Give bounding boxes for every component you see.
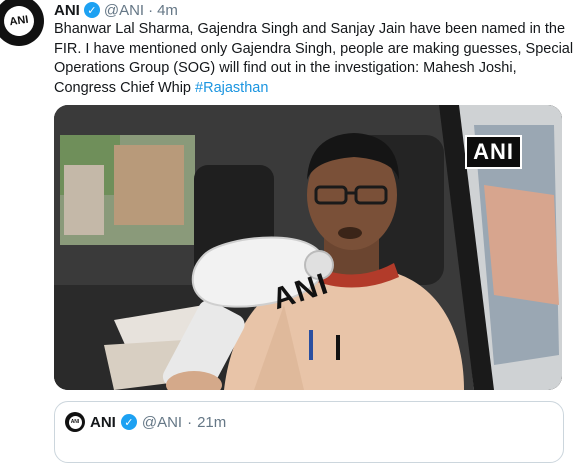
author-handle[interactable]: @ANI bbox=[104, 2, 144, 19]
ani-watermark: ANI bbox=[465, 135, 522, 169]
author-avatar[interactable]: ANI bbox=[0, 0, 44, 46]
tweet-header: ANI ✓ @ANI · 4m bbox=[54, 0, 178, 20]
hashtag-link[interactable]: #Rajasthan bbox=[195, 80, 268, 96]
quoted-author-avatar: ANI bbox=[65, 412, 85, 432]
quoted-ani-logo: ANI bbox=[68, 415, 82, 429]
tweet[interactable]: ANI ANI ✓ @ANI · 4m Bhanwar Lal Sharma, … bbox=[0, 0, 581, 463]
quoted-tweet[interactable]: ANI ANI ✓ @ANI · 21m bbox=[54, 401, 564, 463]
ani-logo: ANI bbox=[2, 4, 36, 38]
tweet-media-image[interactable]: ANI ANI bbox=[54, 105, 562, 390]
tweet-body: Bhanwar Lal Sharma, Gajendra Singh and S… bbox=[54, 21, 574, 96]
tweet-text: Bhanwar Lal Sharma, Gajendra Singh and S… bbox=[54, 20, 574, 98]
verified-badge-icon: ✓ bbox=[83, 2, 100, 18]
quoted-tweet-header: ANI ANI ✓ @ANI · 21m bbox=[65, 412, 226, 432]
author-name[interactable]: ANI bbox=[54, 2, 80, 19]
separator: · bbox=[148, 1, 154, 19]
tweet-timestamp[interactable]: 4m bbox=[157, 2, 178, 19]
